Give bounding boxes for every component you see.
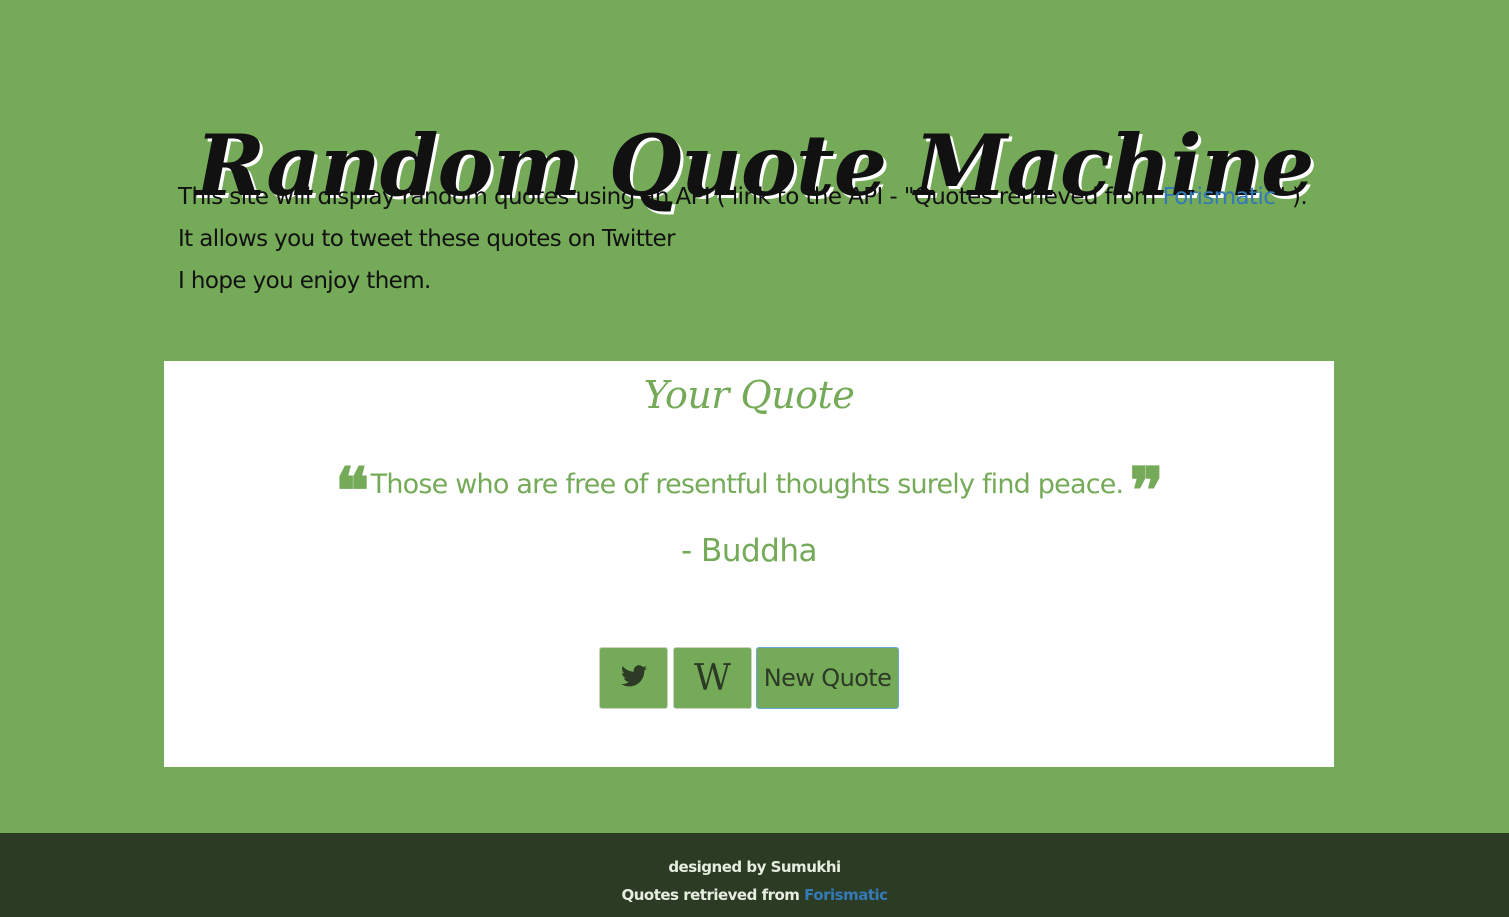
intro-paragraph: This site will display random quotes usi…: [178, 176, 1328, 260]
quote-author: - Buddha: [681, 533, 817, 569]
footer-credits: Quotes retrieved from Forismatic: [0, 883, 1509, 907]
page: Random Quote Machine This site will disp…: [0, 0, 1509, 917]
wikipedia-button[interactable]: W: [673, 647, 752, 709]
footer-forismatic-link[interactable]: Forismatic: [804, 886, 888, 904]
quote-text-block: ❝Those who are free of resentful thought…: [164, 457, 1334, 524]
quote-card-heading: Your Quote: [643, 373, 855, 417]
quote-card: Your Quote ❝Those who are free of resent…: [164, 361, 1334, 767]
quote-open-icon: ❝: [335, 454, 369, 529]
intro-line-2: I hope you enjoy them.: [178, 268, 431, 294]
wikipedia-icon: W: [693, 657, 731, 699]
quote-text: Those who are free of resentful thoughts…: [370, 469, 1125, 500]
footer-retrieved-prefix: Quotes retrieved from: [621, 886, 805, 904]
tweet-button[interactable]: [599, 647, 668, 709]
twitter-icon: [620, 665, 647, 691]
new-quote-button[interactable]: New Quote: [756, 647, 899, 709]
forismatic-link[interactable]: Forismatic: [1162, 184, 1275, 210]
quote-close-icon: ❞: [1129, 454, 1163, 529]
intro-text: This site will display random quotes usi…: [178, 176, 1328, 302]
intro-text-before-link: This site will display random quotes usi…: [178, 184, 1163, 210]
footer-designed-by: designed by Sumukhi: [668, 858, 841, 876]
footer: designed by Sumukhi Quotes retrieved fro…: [0, 833, 1509, 917]
